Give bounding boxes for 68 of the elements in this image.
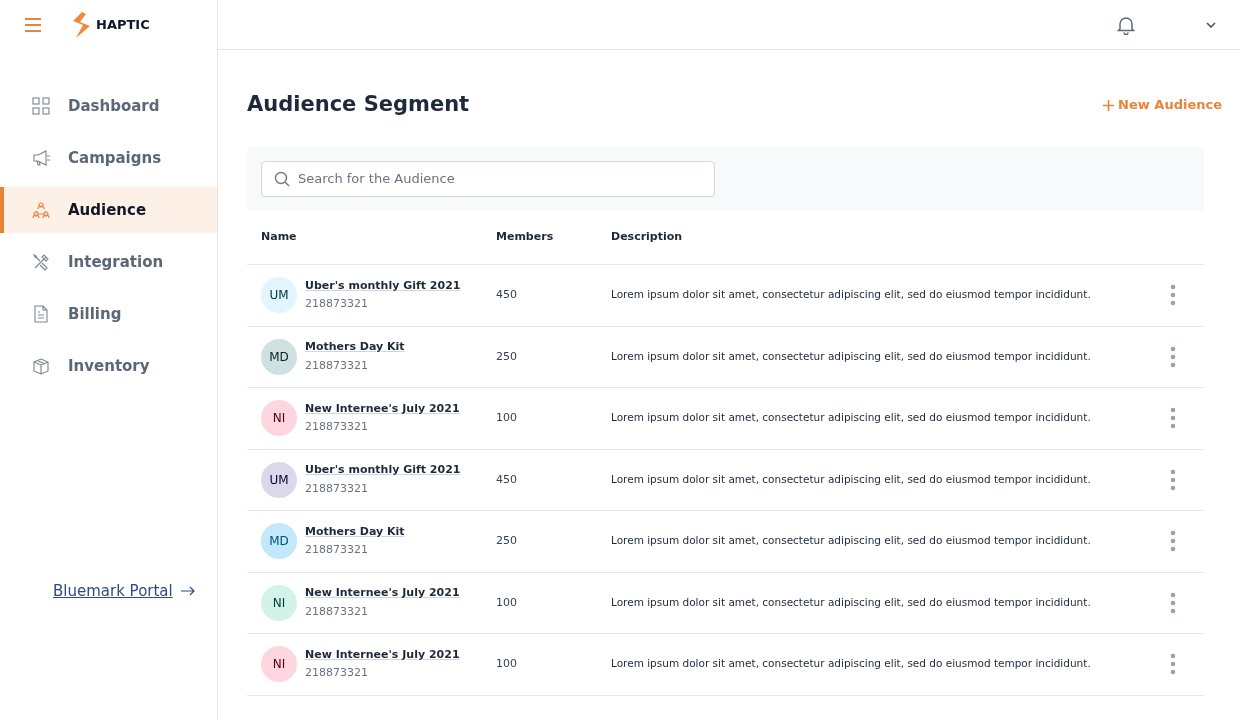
more-options-icon[interactable] — [1170, 530, 1176, 553]
avatar: NI — [261, 646, 297, 683]
audience-id: 218873321 — [305, 296, 369, 313]
more-options-icon[interactable] — [1170, 407, 1176, 430]
members-count: 450 — [496, 471, 518, 488]
description-text: Lorem ipsum dolor sit amet, consectetur adipiscing elit, sed do eiusmod tempor incididunt. — [611, 533, 1092, 549]
description-text: Lorem ipsum dolor sit amet, consectetur adipiscing elit, sed do eiusmod tempor incididunt. — [611, 594, 1092, 610]
audience-name-link[interactable]: Mothers Day Kit — [305, 523, 405, 541]
megaphone-icon — [32, 149, 50, 167]
box-icon — [32, 357, 50, 375]
page-title: Audience Segment — [247, 91, 470, 119]
audience-name-link[interactable]: New Internee's July 2021 — [305, 646, 460, 664]
more-options-icon[interactable] — [1170, 591, 1176, 614]
people-icon — [32, 201, 50, 219]
sidebar-item[interactable]: Inventory — [0, 343, 217, 389]
members-count: 100 — [496, 594, 518, 611]
more-options-icon[interactable] — [1170, 345, 1176, 368]
grid-icon — [32, 97, 50, 115]
search-icon — [274, 171, 290, 187]
document-icon — [32, 305, 50, 323]
audience-id: 218873321 — [305, 480, 369, 497]
members-count: 100 — [496, 410, 518, 426]
sidebar-item[interactable]: Audience — [0, 187, 217, 233]
bell-icon[interactable] — [1116, 14, 1136, 35]
members-count: 250 — [496, 533, 518, 549]
more-options-icon[interactable] — [1170, 653, 1176, 676]
column-header: Name — [260, 229, 298, 246]
members-count: 250 — [496, 348, 518, 365]
sidebar-item[interactable]: Dashboard — [0, 83, 217, 129]
more-options-icon[interactable] — [1170, 468, 1176, 491]
arrow-right-icon — [180, 585, 195, 596]
search-box[interactable]: Search for the Audience — [261, 161, 715, 197]
members-count: 450 — [496, 287, 518, 303]
search-field[interactable]: Search for the Audience — [298, 169, 702, 189]
audience-name-link[interactable]: Uber's monthly Gift 2021 — [305, 277, 461, 295]
audience-id: 218873321 — [305, 603, 369, 620]
audience-name-link[interactable]: New Internee's July 2021 — [305, 585, 460, 602]
description-text: Lorem ipsum dolor sit amet, consectetur adipiscing elit, sed do eiusmod tempor incididunt. — [611, 287, 1092, 303]
description-text: Lorem ipsum dolor sit amet, consectetur adipiscing elit, sed do eiusmod tempor incididunt. — [611, 410, 1092, 426]
avatar: MD — [261, 338, 297, 375]
sidebar-item[interactable]: Campaigns — [0, 135, 217, 181]
description-text: Lorem ipsum dolor sit amet, consectetur adipiscing elit, sed do eiusmod tempor incididunt. — [611, 471, 1092, 487]
audience-id: 218873321 — [305, 419, 369, 436]
sidebar-item[interactable]: Integration — [0, 239, 217, 285]
audience-name-link[interactable]: New Internee's July 2021 — [305, 400, 460, 418]
portal-link[interactable]: Bluemark Portal — [53, 579, 217, 602]
column-header: Description — [611, 229, 683, 246]
members-count: 100 — [496, 656, 518, 672]
audience-id: 218873321 — [305, 357, 369, 374]
avatar: NI — [261, 400, 297, 437]
audience-name-link[interactable]: Mothers Day Kit — [305, 339, 405, 356]
tools-icon — [32, 253, 50, 271]
avatar: NI — [261, 584, 297, 621]
column-header: Members — [496, 229, 555, 246]
audience-name-link[interactable]: Uber's monthly Gift 2021 — [305, 462, 461, 479]
audience-id: 218873321 — [305, 542, 369, 559]
sidebar-item[interactable]: Billing — [0, 291, 217, 337]
menu-icon[interactable] — [24, 18, 42, 32]
description-text: Lorem ipsum dolor sit amet, consectetur adipiscing elit, sed do eiusmod tempor incididunt. — [611, 656, 1092, 672]
avatar: UM — [261, 277, 297, 314]
avatar: UM — [261, 461, 297, 498]
brand-name: HAPTIC — [96, 16, 150, 35]
chevron-down-icon[interactable] — [1206, 21, 1216, 28]
plus-icon — [1103, 99, 1115, 111]
audience-id: 218873321 — [305, 665, 369, 682]
avatar: MD — [261, 523, 297, 560]
description-text: Lorem ipsum dolor sit amet, consectetur adipiscing elit, sed do eiusmod tempor incididunt. — [611, 348, 1092, 364]
more-options-icon[interactable] — [1170, 284, 1176, 307]
